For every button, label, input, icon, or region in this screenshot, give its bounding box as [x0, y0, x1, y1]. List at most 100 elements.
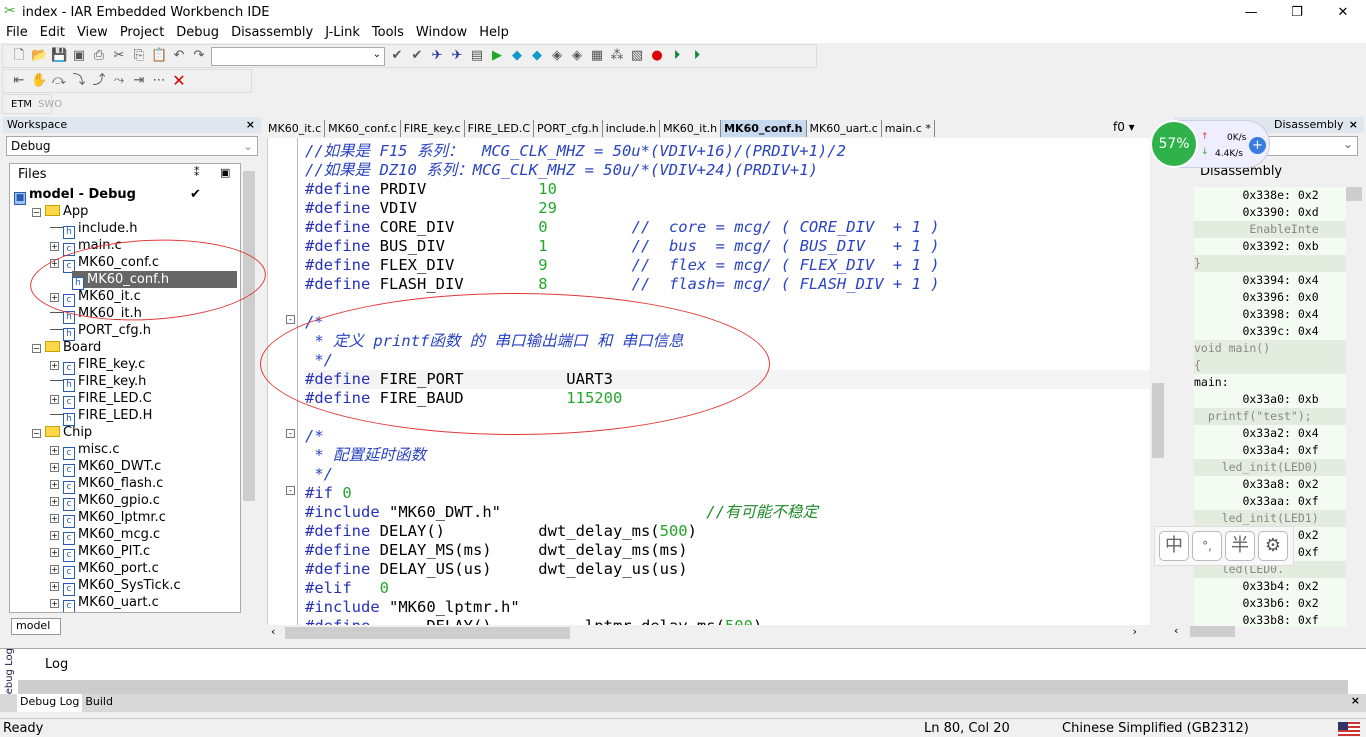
fold-toggle[interactable]: - — [286, 315, 295, 324]
stop-debug-icon[interactable]: ✕ — [171, 73, 187, 89]
clean-icon[interactable]: ▧ — [629, 48, 645, 64]
collapse-icon[interactable]: − — [32, 208, 41, 217]
tree-item[interactable]: + c MK60_PIT.c — [50, 543, 150, 562]
step-into-icon[interactable]: ⤵ — [71, 73, 87, 89]
disassembly-line[interactable]: led_init(LED1) — [1194, 510, 1346, 527]
disassembly-line[interactable]: 0x339c: 0x4 — [1194, 323, 1346, 340]
close-icon[interactable]: × — [1349, 117, 1358, 133]
tree-item[interactable]: h include.h — [50, 220, 137, 239]
new-file-icon[interactable]: 🗋 — [11, 48, 27, 64]
run-to-cursor-icon[interactable]: ⇥ — [131, 73, 147, 89]
autostep-icon[interactable]: ⋯ — [151, 73, 167, 89]
save-all-icon[interactable]: ▣ — [71, 48, 87, 64]
disassembly-line[interactable]: 0x3390: 0xd — [1194, 204, 1346, 221]
editor-tab[interactable]: MK60_it.h — [660, 120, 722, 137]
debug-no-download-icon[interactable]: ⏵ — [689, 48, 705, 64]
disassembly-line[interactable]: } — [1194, 255, 1346, 272]
expand-icon[interactable]: + — [50, 548, 59, 557]
expand-icon[interactable]: + — [50, 582, 59, 591]
disassembly-line[interactable]: void main() — [1194, 340, 1346, 357]
tree-item[interactable]: + c MK60_mcg.c — [50, 526, 160, 545]
expand-icon[interactable]: + — [50, 446, 59, 455]
ime-chinese-toggle[interactable]: 中 — [1159, 531, 1189, 561]
compile-icon[interactable]: ◈ — [549, 48, 565, 64]
tree-item[interactable]: − App — [32, 203, 88, 220]
expand-icon[interactable]: + — [50, 531, 59, 540]
back-icon[interactable]: ◆ — [509, 48, 525, 64]
go-icon[interactable]: ▶ — [489, 48, 505, 64]
close-icon[interactable]: × — [246, 117, 255, 133]
step-over-icon[interactable]: ⤼ — [51, 73, 67, 89]
tree-scrollbar[interactable] — [241, 163, 257, 613]
tab-build[interactable]: Build — [82, 694, 116, 712]
tree-item[interactable]: + c MK60_port.c — [50, 560, 159, 579]
next-statement-icon[interactable]: ⤳ — [111, 73, 127, 89]
menu-help[interactable]: Help — [473, 24, 515, 43]
ime-punctuation-toggle[interactable]: °, — [1192, 531, 1222, 561]
editor-tab[interactable]: MK60_conf.h — [721, 120, 807, 137]
menu-disassembly[interactable]: Disassembly — [225, 24, 319, 43]
ime-settings-gear-icon[interactable]: ⚙ — [1258, 531, 1288, 561]
toggle-breakpoint-icon[interactable]: ✈ — [429, 48, 445, 64]
disassembly-line[interactable]: 0x3398: 0x4 — [1194, 306, 1346, 323]
save-icon[interactable]: 💾 — [51, 48, 67, 64]
breakpoint-list-icon[interactable]: ✈ — [449, 48, 465, 64]
disassembly-hscrollbar[interactable]: ‹ — [1174, 624, 1364, 639]
fold-toggle[interactable]: - — [286, 486, 295, 495]
expand-icon[interactable]: + — [50, 361, 59, 370]
cut-icon[interactable]: ✂ — [111, 48, 127, 64]
breakpoint-icon[interactable]: ● — [649, 48, 665, 64]
forward-icon[interactable]: ◆ — [529, 48, 545, 64]
make-icon[interactable]: ◈ — [569, 48, 585, 64]
menu-jlink[interactable]: J-Link — [319, 24, 366, 43]
tree-item[interactable]: h FIRE_key.h — [50, 373, 146, 392]
collapse-icon[interactable]: − — [32, 429, 41, 438]
stop-build-icon[interactable]: ▦ — [589, 48, 605, 64]
tree-item[interactable]: + c FIRE_key.c — [50, 356, 145, 375]
collapse-icon[interactable]: − — [32, 344, 41, 353]
disassembly-line[interactable]: 0x338e: 0x2 — [1194, 187, 1346, 204]
step-out-icon[interactable]: ⤴ — [91, 73, 107, 89]
step-dropdown-icon[interactable]: ⇤ — [11, 73, 27, 89]
tree-item[interactable]: + c MK60_uart.c — [50, 594, 159, 612]
undo-icon[interactable]: ↶ — [171, 48, 187, 64]
disassembly-line[interactable]: 0x33aa: 0xf — [1194, 493, 1346, 510]
tree-item[interactable]: + c MK60_lptmr.c — [50, 509, 166, 528]
editor-tab[interactable]: MK60_conf.c — [325, 120, 401, 137]
tree-item[interactable]: + c MK60_gpio.c — [50, 492, 160, 511]
maximize-button[interactable]: ❐ — [1274, 0, 1320, 24]
minimize-button[interactable]: — — [1228, 0, 1274, 24]
disassembly-line[interactable]: 0x33b6: 0x2 — [1194, 595, 1346, 612]
expand-icon[interactable]: + — [50, 565, 59, 574]
tree-item[interactable]: h PORT_cfg.h — [50, 322, 151, 341]
disassembly-line[interactable]: 0x3394: 0x4 — [1194, 272, 1346, 289]
halt-icon[interactable]: ✋ — [31, 73, 47, 89]
disassembly-line[interactable]: 0x3396: 0x0 — [1194, 289, 1346, 306]
tree-item[interactable]: + c misc.c — [50, 441, 119, 460]
menu-tools[interactable]: Tools — [366, 24, 410, 43]
tree-item[interactable]: + c MK60_DWT.c — [50, 458, 161, 477]
editor-tab[interactable]: FIRE_key.c — [401, 120, 465, 137]
tree-item[interactable]: + c MK60_flash.c — [50, 475, 163, 494]
copy-icon[interactable]: ⎘ — [131, 48, 147, 64]
configuration-select[interactable]: Debug ⌄ — [6, 136, 258, 156]
etm-button[interactable]: ETM — [11, 99, 32, 110]
tree-item[interactable]: h FIRE_LED.H — [50, 407, 152, 426]
menu-window[interactable]: Window — [410, 24, 473, 43]
disassembly-scrollbar[interactable] — [1346, 177, 1362, 625]
open-icon[interactable]: 📂 — [31, 48, 47, 64]
expand-icon[interactable]: + — [50, 395, 59, 404]
accelerate-button[interactable]: + — [1249, 137, 1266, 154]
expand-icon[interactable]: + — [50, 242, 59, 251]
download-debug-icon[interactable]: ⏵ — [669, 48, 685, 64]
ime-width-toggle[interactable]: 半 — [1225, 531, 1255, 561]
disassembly-line[interactable]: 0x33a8: 0x2 — [1194, 476, 1346, 493]
menu-debug[interactable]: Debug — [170, 24, 225, 43]
editor-tab[interactable]: PORT_cfg.h — [534, 120, 603, 137]
menu-file[interactable]: File — [0, 24, 34, 43]
tree-item[interactable]: − Board — [32, 339, 101, 356]
tree-item[interactable]: + c FIRE_LED.C — [50, 390, 152, 409]
editor-tab[interactable]: FIRE_LED.C — [465, 120, 534, 137]
disassembly-line[interactable]: 0x3392: 0xb — [1194, 238, 1346, 255]
menu-edit[interactable]: Edit — [34, 24, 71, 43]
